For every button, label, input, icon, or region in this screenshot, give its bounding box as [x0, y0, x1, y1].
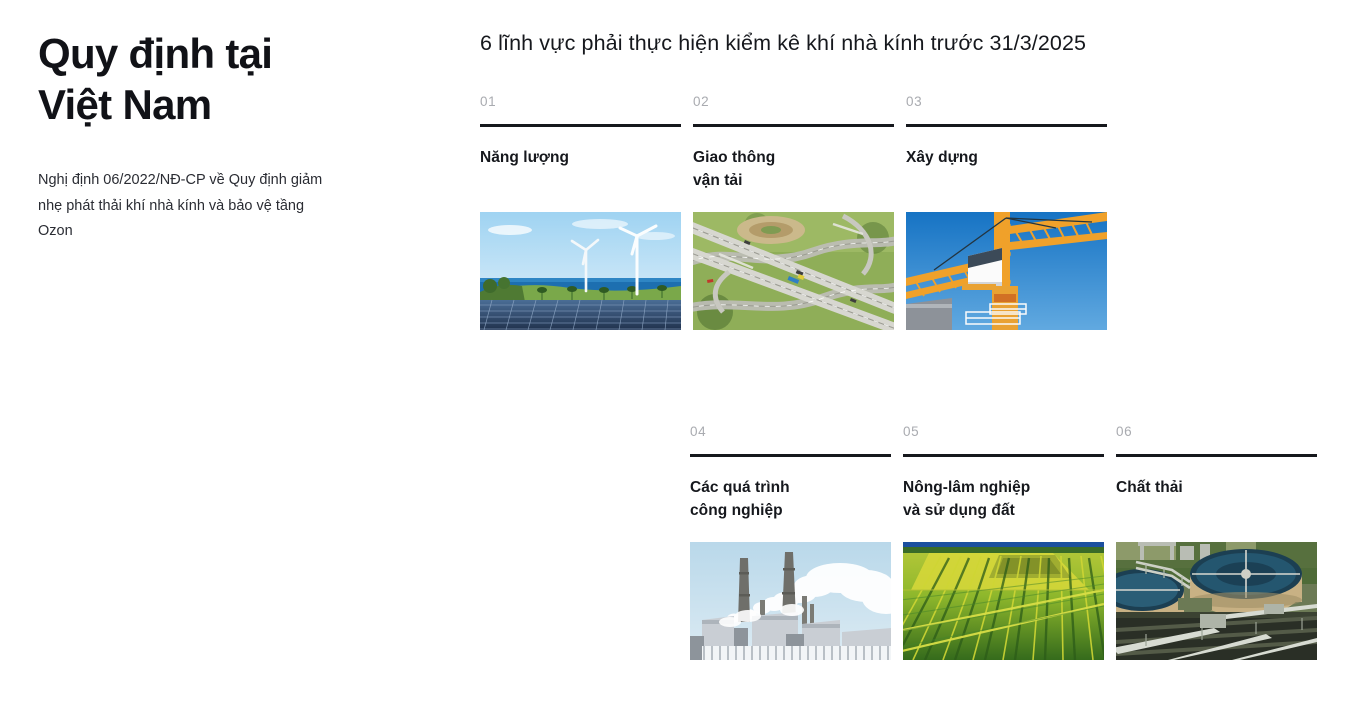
- sector-divider: [903, 453, 1104, 457]
- sector-divider: [480, 123, 681, 127]
- sector-number: 01: [480, 94, 497, 109]
- sector-number: 03: [906, 94, 923, 109]
- sector-divider: [690, 453, 891, 457]
- sector-card-04[interactable]: 04 Các quá trình công nghiệp: [690, 425, 891, 660]
- construction-thumbnail-graphic: [906, 211, 1107, 330]
- sector-card-02[interactable]: 02 Giao thông vận tải: [693, 95, 894, 330]
- sector-divider: [693, 123, 894, 127]
- sector-card-03[interactable]: 03 Xây dựng: [906, 95, 1107, 330]
- page-title: Quy định tại Việt Nam: [38, 30, 273, 129]
- sector-title: Năng lượng: [480, 148, 570, 166]
- sectors-headline: 6 lĩnh vực phải thực hiện kiểm kê khí nh…: [480, 31, 1087, 55]
- waste-thumbnail-graphic: [1116, 541, 1317, 660]
- highway-interchange-aerial-photo: [693, 211, 894, 330]
- sector-number: 05: [903, 424, 920, 439]
- sector-number: 02: [693, 94, 710, 109]
- sector-number: 04: [690, 424, 707, 439]
- sector-card-05[interactable]: 05 Nông-lâm nghiệp và sử dụng đất: [903, 425, 1104, 660]
- industry-thumbnail-graphic: [690, 541, 891, 660]
- sector-card-row-1: 01 Năng lượng 02 Giao thông vận tải 03 X…: [480, 95, 1112, 330]
- wastewater-treatment-plant-photo: [1116, 541, 1317, 660]
- sector-title: Các quá trình công nghiệp: [690, 478, 790, 520]
- industrial-power-plant-smokestacks-photo: [690, 541, 891, 660]
- page-subtitle: Nghị định 06/2022/NĐ-CP về Quy định giảm…: [38, 172, 323, 240]
- sector-title: Nông-lâm nghiệp và sử dụng đất: [903, 478, 1031, 520]
- sector-card-06[interactable]: 06 Chất thải: [1116, 425, 1317, 660]
- sectors-panel: 6 lĩnh vực phải thực hiện kiểm kê khí nh…: [480, 0, 1368, 716]
- sector-number: 06: [1116, 424, 1133, 439]
- wind-turbines-solar-panels-photo: [480, 211, 681, 330]
- sector-title: Xây dựng: [906, 148, 978, 166]
- construction-tower-crane-photo: [906, 211, 1107, 330]
- energy-thumbnail-graphic: [480, 211, 681, 330]
- sector-divider: [906, 123, 1107, 127]
- agriculture-thumbnail-graphic: [903, 541, 1104, 660]
- sector-title: Giao thông vận tải: [693, 148, 776, 190]
- intro-panel: Quy định tại Việt Nam Nghị định 06/2022/…: [38, 28, 368, 245]
- transport-thumbnail-graphic: [693, 211, 894, 330]
- farmland-crop-fields-aerial-photo: [903, 541, 1104, 660]
- sector-title: Chất thải: [1116, 478, 1183, 496]
- sector-card-row-2: 04 Các quá trình công nghiệp 05 Nông-lâm…: [690, 425, 1320, 660]
- sector-divider: [1116, 453, 1317, 457]
- sector-card-01[interactable]: 01 Năng lượng: [480, 95, 681, 330]
